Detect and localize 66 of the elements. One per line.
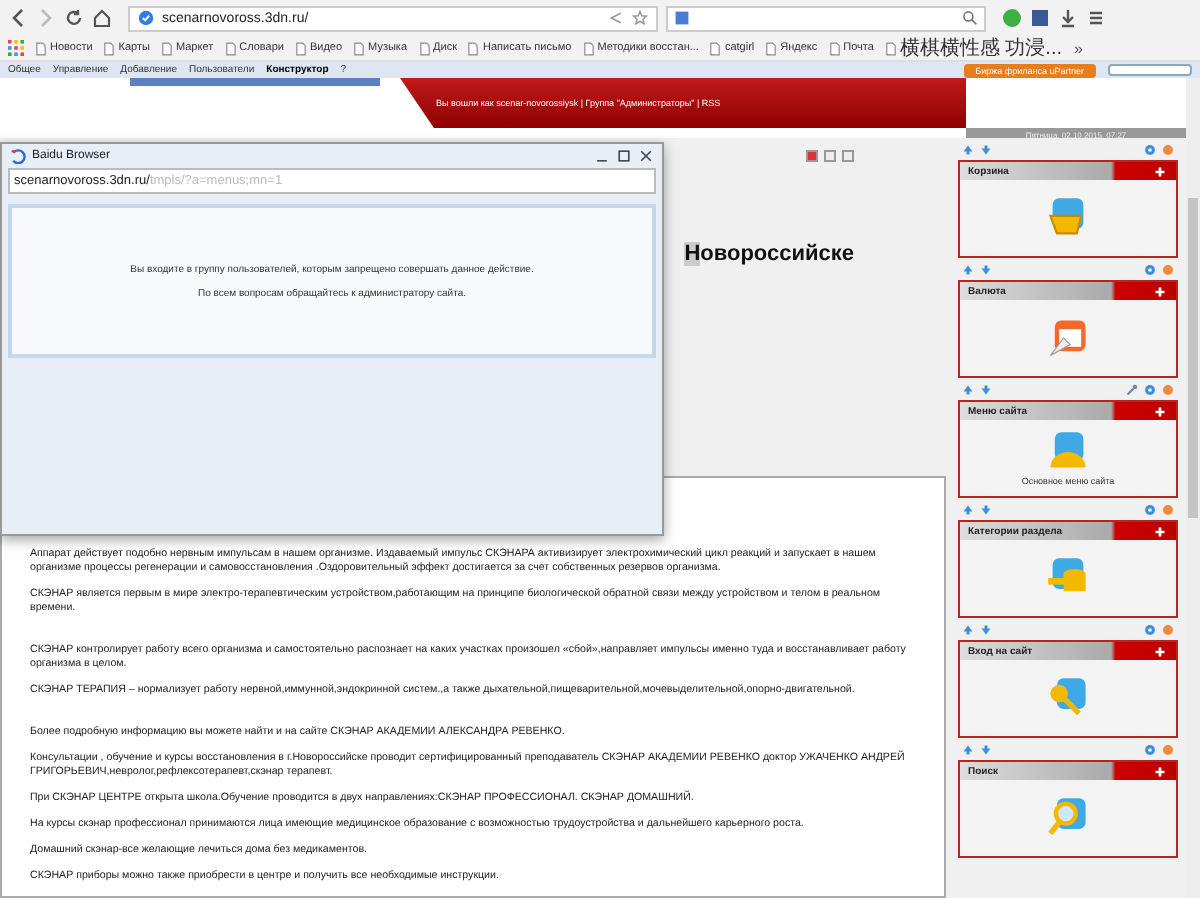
page-heading: Новороссийске — [684, 242, 854, 266]
page-icon — [161, 41, 172, 55]
search-field[interactable] — [666, 5, 986, 31]
page-icon — [583, 41, 594, 55]
plus-icon — [1154, 645, 1166, 657]
scrollbar[interactable] — [1186, 78, 1200, 898]
page-icon — [295, 41, 306, 55]
up-arrow-icon[interactable] — [962, 623, 974, 635]
down-arrow-icon[interactable] — [980, 263, 992, 275]
page-icon — [225, 41, 236, 55]
menu-icon[interactable] — [1086, 8, 1106, 28]
up-arrow-icon[interactable] — [962, 503, 974, 515]
phone-icon[interactable] — [1002, 8, 1022, 28]
gear-icon[interactable] — [1144, 503, 1156, 515]
down-arrow-icon[interactable] — [980, 503, 992, 515]
magnifier-icon — [1046, 796, 1090, 840]
square-icon — [674, 10, 690, 26]
search-icon[interactable] — [962, 10, 978, 26]
delete-icon[interactable] — [806, 150, 818, 162]
browser-logo-icon — [10, 148, 26, 164]
page-icon — [885, 41, 896, 55]
gear-icon[interactable] — [1144, 743, 1156, 755]
plus-icon — [1154, 165, 1166, 177]
toggle-control[interactable] — [1108, 64, 1192, 76]
gear-icon[interactable] — [1144, 383, 1156, 395]
gear-icon[interactable] — [1144, 263, 1156, 275]
page-icon — [468, 41, 479, 55]
edit-icon[interactable] — [824, 150, 836, 162]
calendar-icon — [1046, 316, 1090, 360]
star-icon[interactable] — [632, 10, 648, 26]
page-icon — [766, 41, 777, 55]
reload-icon[interactable] — [64, 8, 84, 28]
up-arrow-icon[interactable] — [962, 383, 974, 395]
back-icon[interactable] — [8, 8, 28, 28]
page-icon — [710, 41, 721, 55]
apps-icon[interactable] — [8, 40, 24, 56]
share-icon[interactable] — [608, 10, 624, 26]
up-arrow-icon[interactable] — [962, 143, 974, 155]
down-arrow-icon[interactable] — [980, 623, 992, 635]
page-icon — [36, 41, 46, 55]
page-icon — [419, 41, 430, 55]
plus-icon — [1154, 765, 1166, 777]
plus-icon — [1154, 285, 1166, 297]
download-icon[interactable] — [1058, 8, 1078, 28]
wrench-icon[interactable] — [1126, 383, 1138, 395]
gear-icon[interactable] — [1144, 623, 1156, 635]
bookmark[interactable]: 横棋横性感 功浸... — [885, 37, 1063, 59]
page-icon — [104, 41, 115, 55]
up-arrow-icon[interactable] — [962, 743, 974, 755]
square-icon[interactable] — [1030, 8, 1050, 28]
page-icon — [829, 41, 840, 55]
forward-icon[interactable] — [36, 8, 56, 28]
page-icon — [354, 41, 365, 55]
resize-icon[interactable] — [842, 150, 854, 162]
more-bookmarks-button[interactable]: » — [1074, 39, 1083, 57]
down-arrow-icon[interactable] — [980, 743, 992, 755]
down-arrow-icon[interactable] — [980, 383, 992, 395]
key-icon — [1046, 676, 1090, 720]
home-icon[interactable] — [92, 8, 112, 28]
maximize-icon[interactable] — [616, 148, 632, 164]
up-arrow-icon[interactable] — [962, 263, 974, 275]
plus-icon — [1154, 405, 1166, 417]
check-icon — [138, 10, 154, 26]
down-arrow-icon[interactable] — [980, 143, 992, 155]
plus-icon — [1154, 525, 1166, 537]
gear-icon[interactable] — [1144, 143, 1156, 155]
